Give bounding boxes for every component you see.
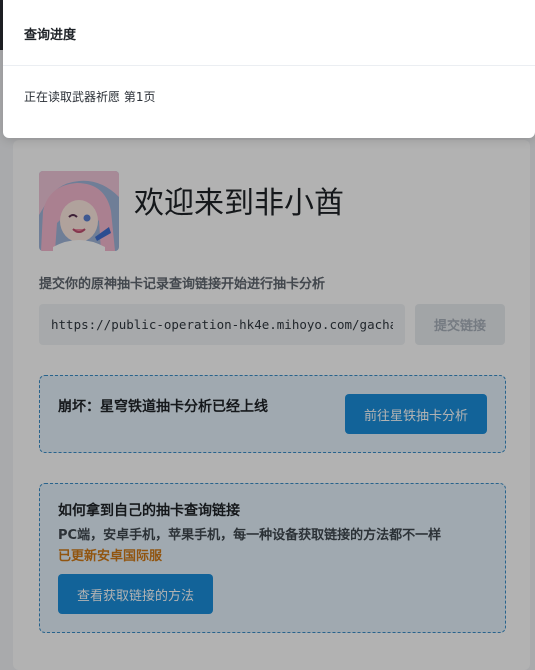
progress-dialog: 查询进度 正在读取武器祈愿 第1页 — [3, 0, 535, 138]
progress-message: 正在读取武器祈愿 第1页 — [24, 90, 156, 104]
dialog-divider — [3, 65, 535, 66]
dialog-title: 查询进度 — [24, 28, 77, 43]
